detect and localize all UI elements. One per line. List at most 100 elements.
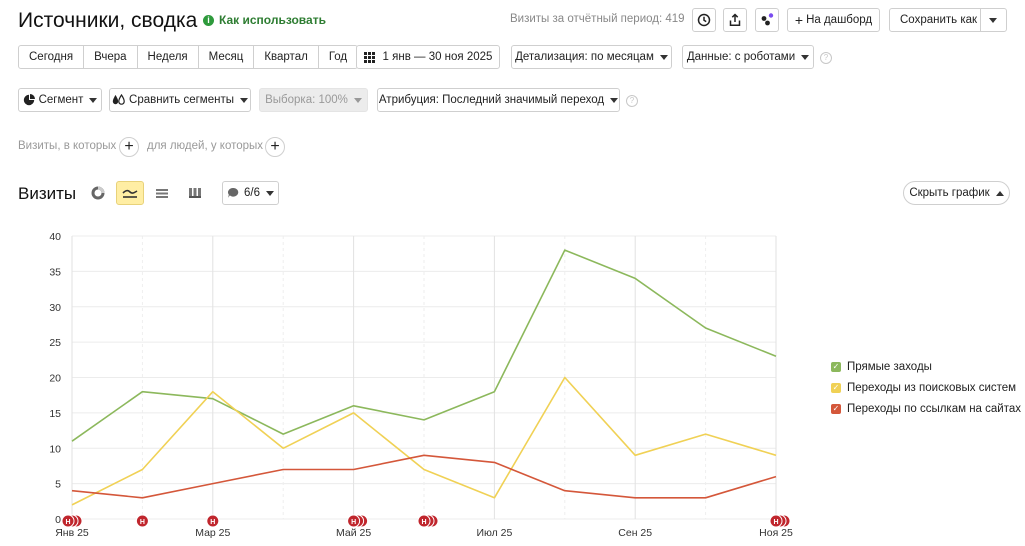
- period-year[interactable]: Год: [319, 46, 357, 68]
- how-to-use-label: Как использовать: [219, 13, 326, 27]
- legend-label: Прямые заходы: [847, 361, 932, 373]
- y-tick-label: 10: [49, 443, 61, 455]
- chevron-down-icon: [659, 54, 668, 60]
- y-tick-label: 30: [49, 302, 61, 314]
- y-tick-label: 5: [55, 479, 61, 491]
- y-tick-label: 15: [49, 408, 61, 420]
- bar-chart-icon: [189, 188, 201, 198]
- x-tick-label: Май 25: [336, 527, 371, 539]
- chevron-down-icon: [266, 190, 274, 196]
- hide-chart-button[interactable]: Скрыть график: [903, 181, 1010, 205]
- drops-icon: [112, 94, 125, 105]
- detail-dropdown[interactable]: Детализация: по месяцам: [511, 45, 672, 69]
- view-bar-button[interactable]: [181, 181, 209, 205]
- note-marker-label: Н: [773, 519, 778, 526]
- compare-label: Сравнить сегменты: [129, 94, 234, 106]
- donut-icon: [91, 186, 105, 200]
- help-icon[interactable]: ?: [820, 52, 832, 64]
- legend-item-direct[interactable]: Прямые заходы: [831, 361, 932, 373]
- comment-icon: [228, 187, 239, 198]
- detail-label: Детализация: по месяцам: [515, 51, 654, 63]
- to-dashboard-label: На дашборд: [806, 14, 873, 26]
- y-tick-label: 20: [49, 373, 61, 385]
- to-dashboard-button[interactable]: + На дашборд: [787, 8, 880, 32]
- x-tick-label: Янв 25: [55, 527, 89, 539]
- stacked-area-icon: [156, 189, 168, 198]
- note-marker-label: Н: [351, 519, 356, 526]
- chevron-down-icon: [801, 54, 810, 60]
- plus-icon: +: [270, 138, 280, 155]
- legend-item-search[interactable]: Переходы из поисковых систем: [831, 382, 1016, 394]
- how-to-use-link[interactable]: i Как использовать: [203, 13, 326, 27]
- plus-icon: +: [794, 12, 804, 28]
- view-pie-button[interactable]: [84, 181, 112, 205]
- view-line-button[interactable]: [116, 181, 144, 205]
- assistant-button[interactable]: [755, 8, 779, 32]
- checkbox-icon: [831, 404, 841, 414]
- hide-chart-label: Скрыть график: [909, 187, 990, 199]
- history-button[interactable]: [692, 8, 716, 32]
- attribution-label: Атрибуция: Последний значимый переход: [378, 94, 605, 106]
- data-dropdown[interactable]: Данные: с роботами: [682, 45, 814, 69]
- x-tick-label: Ноя 25: [759, 527, 793, 539]
- clock-icon: [697, 13, 711, 27]
- share-icon: [729, 13, 741, 27]
- chevron-down-icon: [239, 97, 248, 103]
- calendar-icon: [363, 51, 375, 63]
- segment-label: Сегмент: [38, 94, 84, 106]
- note-marker-label: Н: [421, 519, 426, 526]
- visits-total: Визиты за отчётный период: 419: [510, 13, 685, 25]
- save-as-label: Сохранить как: [900, 14, 978, 26]
- chevron-down-icon: [353, 97, 362, 103]
- chart-title: Визиты: [18, 184, 77, 203]
- series-selector-dropdown[interactable]: 6/6: [222, 181, 279, 205]
- people-where-label: для людей, у которых: [147, 140, 264, 152]
- period-today[interactable]: Сегодня: [19, 46, 85, 68]
- legend-label: Переходы по ссылкам на сайтах: [847, 403, 1022, 415]
- period-month[interactable]: Месяц: [199, 46, 255, 68]
- add-visits-filter-button[interactable]: +: [119, 137, 139, 157]
- chevron-down-icon: [89, 97, 98, 103]
- x-tick-label: Июл 25: [476, 527, 512, 539]
- checkbox-icon: [831, 383, 841, 393]
- sample-dropdown: Выборка: 100%: [259, 88, 368, 112]
- visits-line-chart: Н Н Н Н Н Н 0 5 10 15 20 25 30 35 40 Янв 25 Мар 25 Май 2…: [49, 231, 793, 539]
- series-count: 6/6: [244, 187, 260, 199]
- period-week[interactable]: Неделя: [138, 46, 199, 68]
- pie-chart-icon: [23, 94, 35, 106]
- info-icon: i: [203, 14, 214, 26]
- attribution-dropdown[interactable]: Атрибуция: Последний значимый переход: [377, 88, 620, 112]
- add-people-filter-button[interactable]: +: [265, 137, 285, 157]
- export-button[interactable]: [723, 8, 747, 32]
- note-marker-label: Н: [140, 519, 145, 526]
- date-range-label: 1 янв — 30 ноя 2025: [382, 51, 493, 63]
- visits-where-label: Визиты, в которых: [18, 140, 117, 152]
- note-marker-label: Н: [210, 519, 215, 526]
- legend-label: Переходы из поисковых систем: [847, 382, 1017, 394]
- y-tick-label: 35: [49, 266, 61, 278]
- x-tick-label: Сен 25: [618, 527, 652, 539]
- y-tick-label: 25: [49, 337, 61, 349]
- x-tick-label: Мар 25: [195, 527, 230, 539]
- assistant-icon: [761, 13, 774, 26]
- date-range-button[interactable]: 1 янв — 30 ноя 2025: [356, 45, 500, 69]
- help-icon[interactable]: ?: [626, 95, 638, 107]
- compare-segments-dropdown[interactable]: Сравнить сегменты: [109, 88, 251, 112]
- save-as-button[interactable]: Сохранить как: [889, 8, 1007, 32]
- sample-label: Выборка: 100%: [265, 94, 348, 106]
- period-quarter[interactable]: Квартал: [254, 46, 319, 68]
- checkbox-icon: [831, 362, 841, 372]
- chevron-down-icon: [989, 18, 997, 23]
- y-tick-label: 0: [55, 514, 61, 526]
- note-marker-label: Н: [65, 519, 70, 526]
- plus-icon: +: [124, 138, 134, 155]
- period-yesterday[interactable]: Вчера: [84, 46, 138, 68]
- y-tick-label: 40: [49, 231, 61, 243]
- line-chart-icon: [122, 189, 138, 198]
- period-selector: Сегодня Вчера Неделя Месяц Квартал Год: [18, 45, 359, 69]
- view-area-button[interactable]: [148, 181, 176, 205]
- legend-item-links[interactable]: Переходы по ссылкам на сайтах: [831, 403, 1021, 415]
- data-label: Данные: с роботами: [686, 51, 796, 63]
- chevron-down-icon: [610, 97, 619, 103]
- segment-dropdown[interactable]: Сегмент: [18, 88, 102, 112]
